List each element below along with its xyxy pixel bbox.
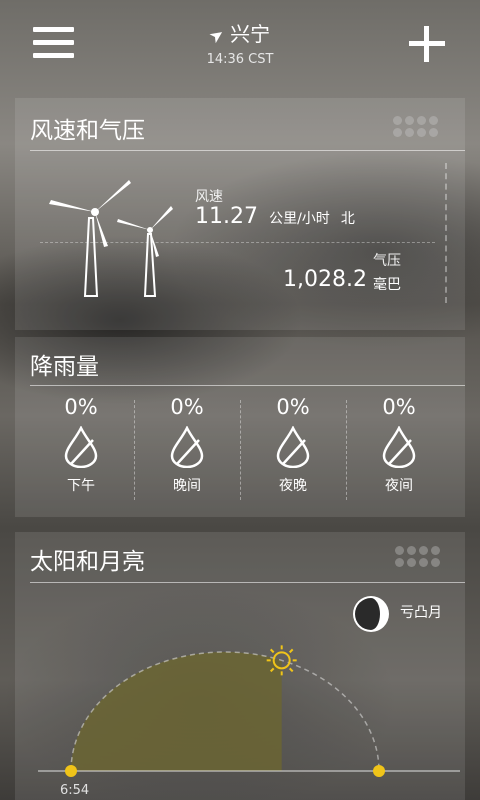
precip-period-label: 夜间 [385,478,413,494]
wind-turbine-icon [49,180,173,297]
wind-speed-unit: 公里/小时 [269,211,330,227]
card-title: 降雨量 [30,354,99,380]
wind-dash-line [40,242,435,243]
precip-period-label: 晚间 [173,478,201,494]
precip-percent: 0% [382,395,416,419]
card-divider [30,582,465,583]
card-decoration [393,116,438,137]
precip-period: 0% 夜间 [346,395,452,495]
card-divider [30,150,465,151]
precip-percent: 0% [170,395,204,419]
precip-period-label: 下午 [67,478,95,494]
precip-percent: 0% [276,395,310,419]
add-location-button[interactable] [409,26,445,62]
wind-pressure-card: 风速和气压 风速 11.27 公里/小时 北 气压 1,028.2 毫巴 [15,98,465,330]
card-divider [30,385,465,386]
moon-icon [353,596,389,632]
pressure-unit: 毫巴 [373,277,401,293]
raindrop-icon [382,425,416,469]
wind-speed-value: 11.27 [195,204,258,229]
sun-arc-chart [38,645,460,777]
top-bar: ➤兴宁 14:36 CST [0,0,480,90]
raindrop-icon [170,425,204,469]
sunrise-time: 6:54 [60,783,90,798]
raindrop-icon [276,425,310,469]
precip-period: 0% 晚间 [134,395,240,495]
moon-phase-label: 亏凸月 [400,605,442,621]
pressure-label: 气压 [373,253,401,269]
pressure-value: 1,028.2 [283,267,367,292]
card-title: 风速和气压 [30,118,145,144]
precip-period: 0% 夜晚 [240,395,346,495]
wind-speed-label: 风速 [195,189,223,205]
pressure-scale [445,163,447,303]
location-title[interactable]: ➤兴宁 [0,18,480,49]
card-title: 太阳和月亮 [30,549,145,575]
wind-direction: 北 [340,211,355,227]
precip-period: 0% 下午 [28,395,134,495]
sunset-dot [373,765,385,777]
sunrise-dot [65,765,77,777]
location-name: 兴宁 [230,22,271,46]
raindrop-icon [64,425,98,469]
location-arrow-icon: ➤ [205,23,229,49]
wind-speed-row: 11.27 公里/小时 北 [195,204,355,229]
precip-period-label: 夜晚 [279,478,307,494]
daylight-area [71,652,282,771]
precip-percent: 0% [64,395,98,419]
card-decoration [395,546,440,567]
local-time: 14:36 CST [206,52,274,67]
